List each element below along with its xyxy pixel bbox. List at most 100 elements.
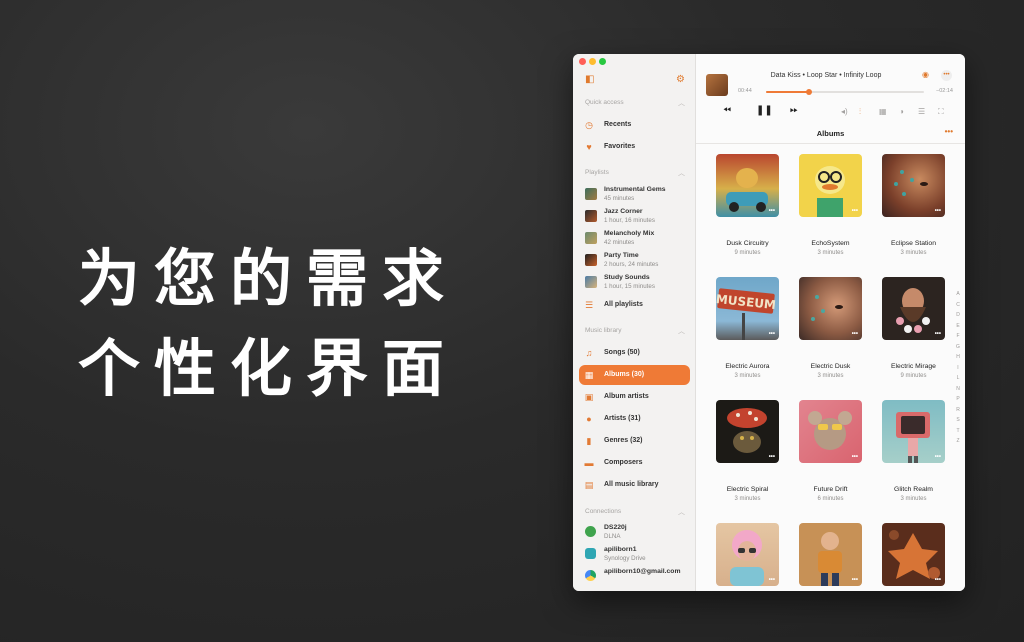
playlist-cover bbox=[585, 232, 597, 244]
album-more-icon[interactable]: ••• bbox=[935, 454, 941, 460]
album-more-icon[interactable]: ••• bbox=[769, 331, 775, 337]
album-cover: ••• bbox=[882, 154, 945, 217]
playlist-duration: 2 hours, 24 minutes bbox=[604, 261, 659, 268]
playlist-item[interactable]: Melancholy Mix 42 minutes bbox=[585, 229, 693, 249]
heart-icon: ♥ bbox=[586, 142, 592, 152]
zoom-window-button[interactable] bbox=[599, 58, 606, 65]
equalizer-icon[interactable]: ⫶ bbox=[859, 108, 861, 116]
sidebar-toggle-icon[interactable]: ◧ bbox=[585, 75, 594, 85]
album-name: EchoSystem bbox=[811, 240, 850, 247]
playlist-title: Party Time bbox=[604, 252, 639, 259]
alpha-index-letter[interactable]: N bbox=[954, 386, 962, 392]
close-window-button[interactable] bbox=[579, 58, 586, 65]
playlist-item[interactable]: Study Sounds 1 hour, 15 minutes bbox=[585, 273, 693, 293]
settings-gear-icon[interactable]: ⚙ bbox=[676, 75, 685, 85]
connection-item[interactable]: apiliborn1 Synology Drive bbox=[585, 545, 693, 565]
album-more-icon[interactable]: ••• bbox=[769, 208, 775, 214]
album-more-icon[interactable]: ••• bbox=[769, 577, 775, 583]
nav-albums[interactable]: ▦ Albums (30) bbox=[579, 365, 690, 385]
playlist-item[interactable]: Jazz Corner 1 hour, 16 minutes bbox=[585, 207, 693, 227]
nav-recents[interactable]: ◷ Recents bbox=[579, 115, 690, 135]
album-more-icon[interactable]: ••• bbox=[852, 577, 858, 583]
album-more-icon[interactable]: ••• bbox=[852, 208, 858, 214]
alpha-index-letter[interactable]: G bbox=[954, 344, 962, 350]
alpha-index-letter[interactable]: S bbox=[954, 417, 962, 423]
album-more-icon[interactable]: ••• bbox=[935, 331, 941, 337]
chevron-up-icon[interactable]: ︿ bbox=[678, 168, 685, 178]
speed-icon[interactable]: ◑ bbox=[899, 108, 904, 116]
nav-composers[interactable]: ▬ Composers bbox=[579, 453, 690, 473]
queue-icon[interactable]: ☰ bbox=[918, 108, 925, 116]
nav-label: Recents bbox=[604, 121, 632, 128]
nav-genres[interactable]: ▮ Genres (32) bbox=[579, 431, 690, 451]
alpha-index-letter[interactable]: P bbox=[954, 396, 962, 402]
playlist-title: Jazz Corner bbox=[604, 208, 643, 215]
album-cover: ••• bbox=[882, 277, 945, 340]
progress-knob[interactable] bbox=[805, 89, 812, 95]
album-more-icon[interactable]: ••• bbox=[935, 208, 941, 214]
alpha-index-letter[interactable]: D bbox=[954, 312, 962, 318]
album-name: Electric Mirage bbox=[891, 363, 936, 370]
nav-all-music-library[interactable]: ▤ All music library bbox=[579, 475, 690, 495]
album-cover: ••• bbox=[799, 154, 862, 217]
nav-label: All playlists bbox=[604, 301, 643, 308]
progress-fill bbox=[766, 91, 809, 93]
alpha-index-letter[interactable]: L bbox=[954, 375, 962, 381]
music-note-icon: ♫ bbox=[585, 348, 593, 358]
connection-title: apiliborn1 bbox=[604, 546, 637, 553]
album-duration: 9 minutes bbox=[734, 250, 761, 256]
alpha-index-letter[interactable]: A bbox=[954, 291, 962, 297]
album-more-icon[interactable]: ••• bbox=[852, 454, 858, 460]
playlist-cover bbox=[585, 188, 597, 200]
nav-album-artists[interactable]: ▣ Album artists bbox=[579, 387, 690, 407]
nav-all-playlists[interactable]: ☰ All playlists bbox=[579, 295, 690, 315]
connection-item[interactable]: DS220j DLNA bbox=[585, 523, 693, 543]
chevron-up-icon[interactable]: ︿ bbox=[678, 507, 685, 517]
album-cover: ••• bbox=[799, 400, 862, 463]
chevron-up-icon[interactable]: ︿ bbox=[678, 326, 685, 336]
now-playing-artwork[interactable] bbox=[706, 74, 728, 96]
album-more-icon[interactable]: ••• bbox=[852, 331, 858, 337]
album-cover: ••• bbox=[799, 277, 862, 340]
album-duration: 3 minutes bbox=[734, 373, 761, 379]
alpha-index-letter[interactable]: Z bbox=[954, 438, 962, 444]
album-cover: ••• bbox=[882, 400, 945, 463]
album-duration: 3 minutes bbox=[734, 496, 761, 502]
nav-songs[interactable]: ♫ Songs (50) bbox=[579, 343, 690, 363]
alpha-index-letter[interactable]: F bbox=[954, 333, 962, 339]
connection-item[interactable]: apiliborn10@gmail.com bbox=[585, 567, 693, 587]
more-icon[interactable]: ••• bbox=[945, 127, 953, 136]
chevron-up-icon[interactable]: ︿ bbox=[678, 98, 685, 108]
nav-favorites[interactable]: ♥ Favorites bbox=[579, 137, 690, 157]
fullscreen-icon[interactable]: ⛶ bbox=[938, 108, 944, 116]
alpha-index-letter[interactable]: H bbox=[954, 354, 962, 360]
alpha-index-letter[interactable]: R bbox=[954, 407, 962, 413]
alpha-index-letter[interactable]: T bbox=[954, 428, 962, 434]
playlist-cover bbox=[585, 210, 597, 222]
playlist-duration: 1 hour, 16 minutes bbox=[604, 217, 655, 224]
alpha-index-letter[interactable]: E bbox=[954, 323, 962, 329]
folder-icon: ▬ bbox=[584, 458, 594, 468]
app-window: ◧ ⚙ Quick access ︿ ◷ Recents ♥ Favorites… bbox=[573, 54, 965, 591]
playlist-item[interactable]: Party Time 2 hours, 24 minutes bbox=[585, 251, 693, 271]
alpha-index-letter[interactable]: C bbox=[954, 302, 962, 308]
minimize-window-button[interactable] bbox=[589, 58, 596, 65]
album-more-icon[interactable]: ••• bbox=[935, 577, 941, 583]
nav-artists[interactable]: ● Artists (31) bbox=[579, 409, 690, 429]
alpha-index-letter[interactable]: I bbox=[954, 365, 962, 371]
album-artist-icon: ▣ bbox=[584, 392, 594, 402]
more-options-icon[interactable]: ••• bbox=[941, 70, 952, 81]
pause-icon[interactable]: ❚❚ bbox=[756, 106, 773, 116]
album-duration: 3 minutes bbox=[817, 250, 844, 256]
rewind-icon[interactable]: ⏪︎ bbox=[723, 106, 731, 116]
volume-icon[interactable]: ◂) bbox=[841, 108, 848, 116]
quick-access-header: Quick access bbox=[585, 99, 624, 106]
airplay-icon[interactable]: ◉ bbox=[922, 70, 929, 79]
album-more-icon[interactable]: ••• bbox=[769, 454, 775, 460]
playlist-item[interactable]: Instrumental Gems 45 minutes bbox=[585, 185, 693, 205]
album-view-icon[interactable]: ▦ bbox=[879, 108, 887, 116]
album-duration: 3 minutes bbox=[900, 250, 927, 256]
fast-forward-icon[interactable]: ⏩︎ bbox=[790, 106, 798, 116]
progress-bar[interactable] bbox=[766, 89, 924, 95]
nav-label: Favorites bbox=[604, 143, 636, 150]
